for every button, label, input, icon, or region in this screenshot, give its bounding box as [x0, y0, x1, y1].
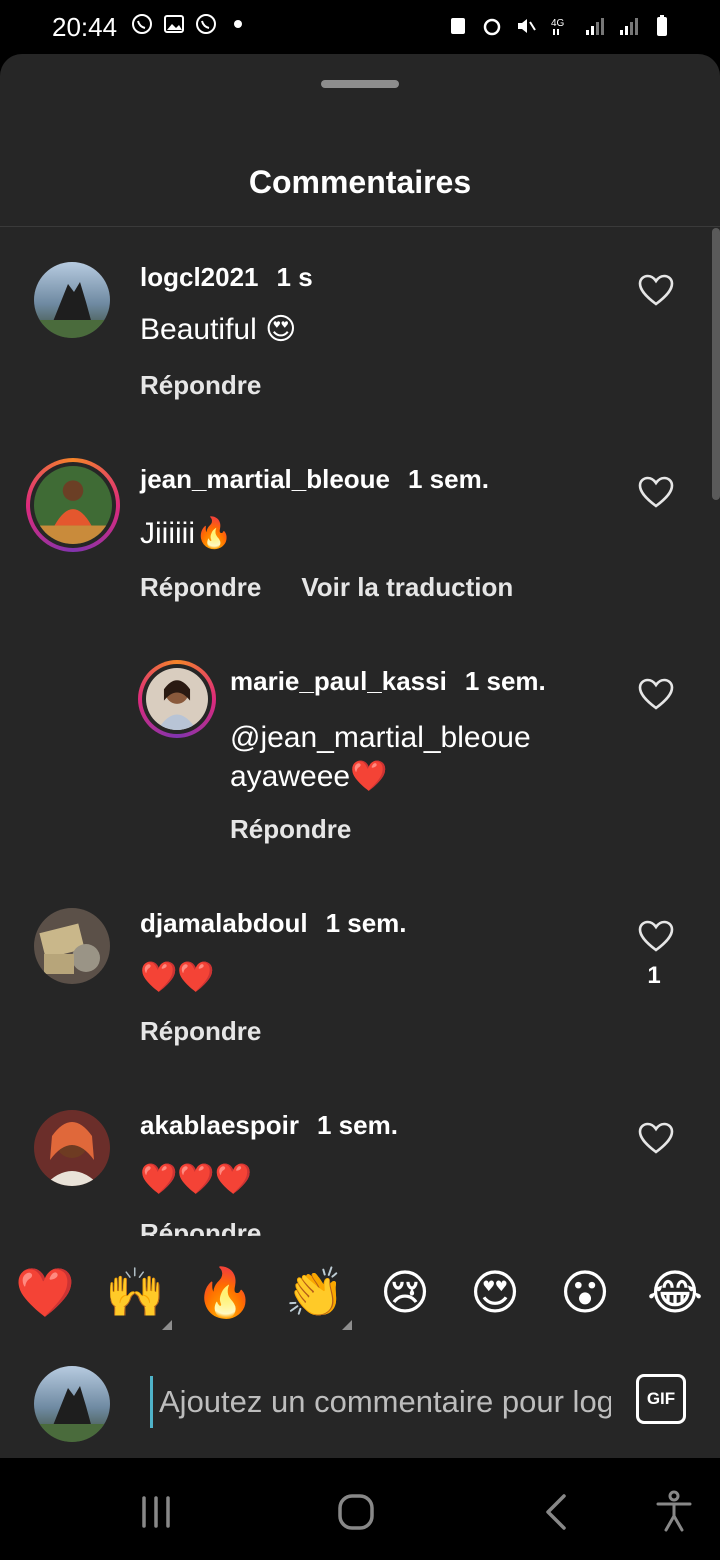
- comment-input[interactable]: [150, 1376, 611, 1428]
- comment-item: djamalabdoul 1 sem. ❤️❤️ Répondre 1: [0, 874, 720, 1074]
- reaction-fire[interactable]: 🔥: [193, 1262, 257, 1326]
- username[interactable]: logcl2021: [140, 262, 259, 292]
- reaction-surprised[interactable]: 😮: [553, 1262, 617, 1326]
- reaction-crying[interactable]: 😢: [373, 1262, 437, 1326]
- reaction-laughing[interactable]: 😂: [643, 1262, 707, 1326]
- comment-text: Jiiiiii🔥: [140, 517, 233, 550]
- sheet-title: Commentaires: [248, 164, 472, 200]
- comment-meta: logcl2021 1 s: [140, 262, 313, 293]
- see-translation-button[interactable]: Voir la traduction: [301, 572, 513, 603]
- reaction-clap[interactable]: 👏: [283, 1262, 347, 1326]
- username[interactable]: djamalabdoul: [140, 908, 308, 938]
- heart-outline-icon[interactable]: [638, 1122, 674, 1154]
- comment-actions: Répondre Voir la traduction: [140, 572, 513, 603]
- comment-text: ❤️❤️: [140, 961, 215, 994]
- heart-outline-icon[interactable]: [638, 476, 674, 508]
- gallery-icon: [164, 15, 184, 33]
- reply-button[interactable]: Répondre: [140, 370, 261, 401]
- quick-reactions: ❤️ 🙌 🔥 👏 😢 😍 😮 😂: [0, 1262, 720, 1362]
- avatar[interactable]: [34, 908, 110, 984]
- timestamp: 1 sem.: [408, 464, 489, 494]
- drag-handle[interactable]: [321, 80, 399, 88]
- notification-dot-icon: [234, 20, 242, 28]
- reaction-heart-eyes[interactable]: 😍: [463, 1262, 527, 1326]
- reply-button[interactable]: Répondre: [140, 1016, 261, 1047]
- current-user-avatar: [34, 1366, 110, 1442]
- skin-tone-indicator: [162, 1320, 172, 1330]
- reply-button[interactable]: Répondre: [140, 572, 261, 603]
- timestamp: 1 sem.: [316, 1110, 398, 1140]
- reply-item: marie_paul_kassi 1 sem. @jean_martial_ble…: [0, 632, 720, 872]
- reaction-heart[interactable]: ❤️: [13, 1262, 77, 1326]
- comment-text-line: ayaweee❤️: [230, 760, 388, 793]
- divider: [0, 226, 720, 227]
- svg-text:4G: 4G: [551, 18, 565, 29]
- signal-icon: [586, 18, 604, 35]
- comment-actions: Répondre: [140, 1218, 261, 1236]
- heart-outline-icon[interactable]: [638, 920, 674, 952]
- home-icon[interactable]: [332, 1488, 380, 1536]
- comments-sheet: Commentaires logcl2021 1 s Beautiful 😍 Ré…: [0, 54, 720, 1458]
- timestamp: 1 sem.: [325, 908, 407, 938]
- comment-composer: GIF: [0, 1350, 720, 1458]
- heart-outline-icon[interactable]: [638, 678, 674, 710]
- avatar: [34, 466, 112, 544]
- status-bar: 20:44 4G: [0, 0, 720, 54]
- comments-list[interactable]: logcl2021 1 s Beautiful 😍 Répondre jean_m…: [0, 228, 720, 1236]
- username[interactable]: akablaespoir: [140, 1110, 299, 1140]
- reply-button[interactable]: Répondre: [140, 1218, 261, 1236]
- like-count: 1: [647, 962, 661, 989]
- story-ring[interactable]: [26, 458, 120, 552]
- comment-item: jean_martial_bleoue 1 sem. Jiiiiii🔥 Répon…: [0, 430, 720, 630]
- back-icon[interactable]: [534, 1488, 582, 1536]
- username[interactable]: jean_martial_bleoue: [140, 464, 390, 494]
- save-icon: [451, 18, 465, 34]
- avatar: [146, 668, 208, 730]
- signal-icon: [620, 18, 638, 35]
- battery-icon: [657, 15, 667, 36]
- timestamp: 1 sem.: [464, 666, 546, 696]
- avatar[interactable]: [34, 1110, 110, 1186]
- comment-actions: Répondre: [140, 1016, 261, 1047]
- status-time: 20:44: [52, 12, 118, 42]
- comment-meta: djamalabdoul 1 sem.: [140, 908, 407, 939]
- status-left-icons: [130, 12, 250, 36]
- skin-tone-indicator: [342, 1320, 352, 1330]
- avatar[interactable]: [34, 262, 110, 338]
- recent-apps-icon[interactable]: [132, 1488, 180, 1536]
- scrollbar[interactable]: [712, 228, 720, 500]
- reply-button[interactable]: Répondre: [230, 814, 351, 845]
- comment-meta: marie_paul_kassi 1 sem.: [230, 666, 546, 697]
- alarm-icon: [483, 18, 501, 36]
- comment-item: akablaespoir 1 sem. ❤️❤️❤️ Répondre: [0, 1076, 720, 1236]
- timestamp: 1 s: [276, 262, 313, 292]
- gif-button[interactable]: GIF: [636, 1374, 686, 1424]
- comment-item: logcl2021 1 s Beautiful 😍 Répondre: [0, 228, 720, 428]
- system-navigation-bar: [0, 1458, 720, 1560]
- comment-text: ❤️❤️❤️: [140, 1163, 253, 1196]
- whatsapp-icon: [196, 14, 216, 34]
- comment-meta: akablaespoir 1 sem.: [140, 1110, 398, 1141]
- whatsapp-icon: [132, 14, 152, 34]
- comment-actions: Répondre: [140, 370, 261, 401]
- comment-actions: Répondre: [230, 814, 351, 845]
- comment-text-line: @jean_martial_bleoue: [230, 721, 531, 754]
- username[interactable]: marie_paul_kassi: [230, 666, 447, 696]
- story-ring[interactable]: [138, 660, 216, 738]
- reaction-raising-hands[interactable]: 🙌: [103, 1262, 167, 1326]
- network-4g-icon: 4G: [551, 18, 565, 35]
- mute-icon: [518, 19, 536, 33]
- comment-meta: jean_martial_bleoue 1 sem.: [140, 464, 489, 495]
- status-right-icons: 4G: [446, 14, 674, 38]
- heart-outline-icon[interactable]: [638, 274, 674, 306]
- accessibility-icon[interactable]: [650, 1488, 698, 1536]
- comment-text: Beautiful 😍: [140, 313, 297, 346]
